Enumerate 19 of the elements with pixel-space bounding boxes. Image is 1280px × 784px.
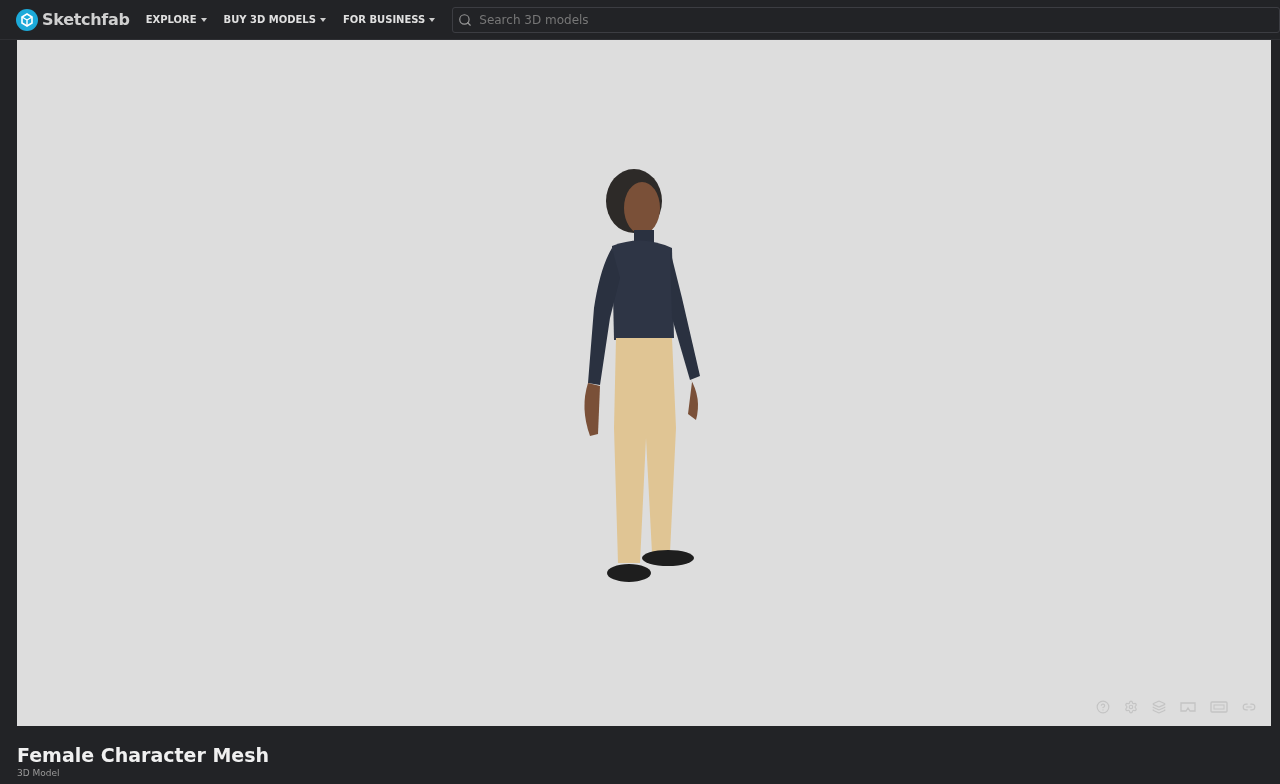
settings-button[interactable] bbox=[1124, 700, 1138, 714]
fullscreen-button[interactable] bbox=[1210, 700, 1228, 714]
model-type: 3D Model bbox=[17, 768, 61, 778]
layers-button[interactable] bbox=[1152, 700, 1166, 714]
model-viewer[interactable] bbox=[17, 40, 1271, 726]
caret-icon bbox=[319, 17, 326, 22]
share-button[interactable] bbox=[1242, 700, 1256, 714]
logo-text[interactable]: Sketchfab bbox=[42, 10, 130, 29]
nav-menu[interactable]: FOR BUSINESS bbox=[342, 14, 436, 25]
caret-icon bbox=[200, 17, 207, 22]
logo-icon[interactable] bbox=[16, 8, 38, 31]
nav-menu[interactable]: EXPLORE bbox=[145, 14, 207, 25]
search-field[interactable]: Search 3D models bbox=[452, 6, 1280, 33]
vr-button[interactable] bbox=[1180, 700, 1196, 714]
model-title: Female Character Mesh bbox=[17, 744, 271, 766]
search-icon bbox=[458, 12, 473, 27]
caret-icon bbox=[429, 17, 436, 22]
help-button[interactable] bbox=[1096, 700, 1110, 714]
nav-menu[interactable]: BUY 3D MODELS bbox=[223, 14, 326, 25]
